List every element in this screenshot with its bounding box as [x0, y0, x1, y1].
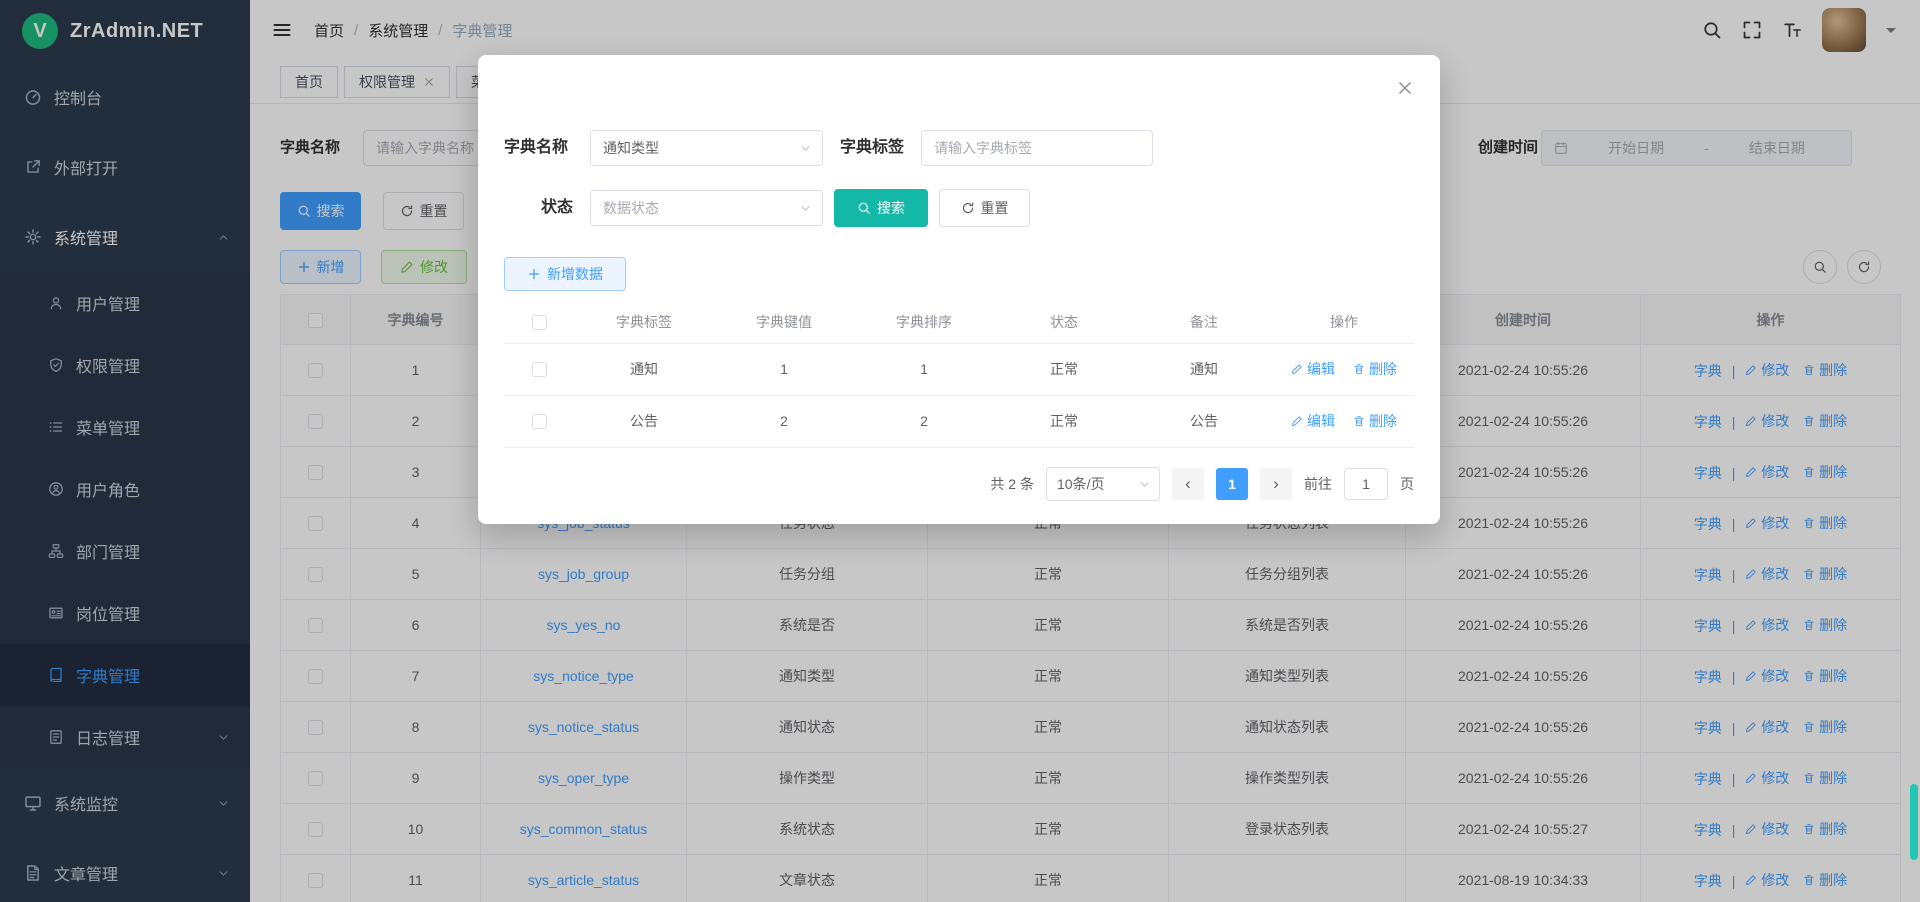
row-checkbox[interactable]: [532, 362, 547, 377]
page-size-select[interactable]: 10条/页: [1046, 467, 1160, 501]
dialog-table-row: 公告 2 2 正常 公告 编辑 删除: [504, 395, 1414, 447]
dialog-dict-name-label: 字典名称: [504, 130, 568, 166]
dialog-select-all-checkbox[interactable]: [532, 315, 547, 330]
dialog-pagination: 共 2 条 10条/页 ‹ 1 › 前往 页: [990, 467, 1414, 501]
cell-status: 正常: [994, 343, 1134, 395]
col-dict-value: 字典键值: [714, 301, 854, 343]
cell-dict-sort: 2: [854, 395, 994, 447]
row-edit-link[interactable]: 编辑: [1291, 359, 1335, 379]
col-status: 状态: [994, 301, 1134, 343]
goto-page-input[interactable]: [1344, 468, 1388, 500]
cell-status: 正常: [994, 395, 1134, 447]
dialog-table-row: 通知 1 1 正常 通知 编辑 删除: [504, 343, 1414, 395]
add-data-button[interactable]: 新增数据: [504, 257, 626, 291]
dialog-table-header-row: 字典标签 字典键值 字典排序 状态 备注 操作: [504, 301, 1414, 343]
row-delete-link[interactable]: 删除: [1353, 411, 1397, 431]
goto-label: 前往: [1304, 474, 1332, 494]
row-edit-link[interactable]: 编辑: [1291, 411, 1335, 431]
edit-icon: [1291, 363, 1303, 375]
dialog-search-button[interactable]: 搜索: [834, 189, 928, 227]
dialog-close-icon[interactable]: [1396, 79, 1414, 97]
trash-icon: [1353, 415, 1365, 427]
cell-dict-value: 1: [714, 343, 854, 395]
col-dict-sort: 字典排序: [854, 301, 994, 343]
edit-icon: [1291, 415, 1303, 427]
cell-remark: 通知: [1134, 343, 1274, 395]
pagination-total: 共 2 条: [990, 474, 1034, 494]
dict-data-table: 字典标签 字典键值 字典排序 状态 备注 操作 通知 1 1 正常 通知 编辑 …: [504, 301, 1414, 448]
col-remark: 备注: [1134, 301, 1274, 343]
cell-dict-sort: 1: [854, 343, 994, 395]
col-dict-label: 字典标签: [574, 301, 714, 343]
col-actions: 操作: [1274, 301, 1414, 343]
cell-dict-label: 公告: [574, 395, 714, 447]
cell-dict-value: 2: [714, 395, 854, 447]
page-unit-label: 页: [1400, 474, 1414, 494]
cell-remark: 公告: [1134, 395, 1274, 447]
row-checkbox[interactable]: [532, 414, 547, 429]
status-select[interactable]: 数据状态: [590, 190, 823, 226]
current-page-button[interactable]: 1: [1216, 468, 1248, 500]
dialog-dict-label-label: 字典标签: [840, 130, 904, 166]
chevron-down-icon: [1138, 478, 1151, 491]
scrollbar-thumb[interactable]: [1910, 784, 1918, 860]
prev-page-button[interactable]: ‹: [1172, 468, 1204, 500]
dialog-status-label: 状态: [504, 190, 573, 226]
trash-icon: [1353, 363, 1365, 375]
row-delete-link[interactable]: 删除: [1353, 359, 1397, 379]
dict-data-dialog: 字典名称 通知类型 字典标签 状态 数据状态 搜索 重置 新增数据 字典标签 字…: [478, 55, 1440, 524]
chevron-down-icon: [799, 142, 812, 155]
chevron-down-icon: [799, 202, 812, 215]
next-page-button[interactable]: ›: [1260, 468, 1292, 500]
dialog-reset-button[interactable]: 重置: [939, 189, 1030, 227]
dict-name-select[interactable]: 通知类型: [590, 130, 823, 166]
cell-dict-label: 通知: [574, 343, 714, 395]
dict-label-input[interactable]: [921, 130, 1153, 166]
